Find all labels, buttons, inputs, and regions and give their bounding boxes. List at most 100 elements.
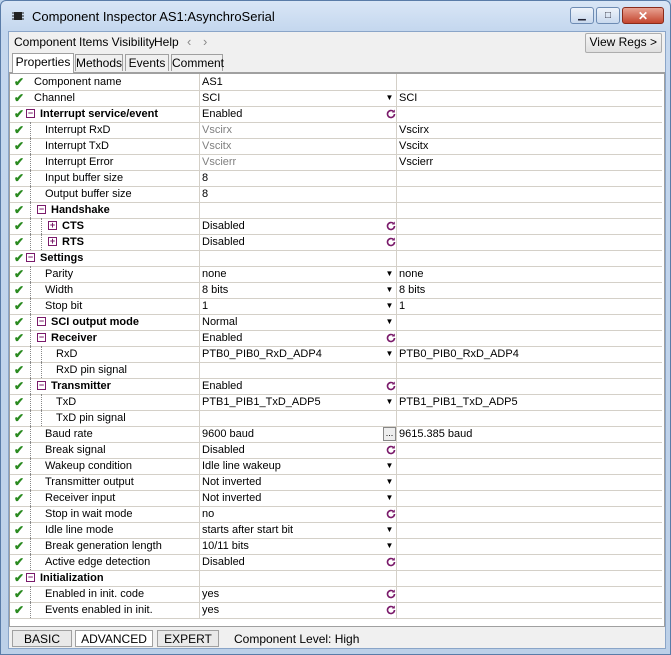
collapse-icon[interactable]: − [37, 317, 46, 326]
property-row[interactable]: ✔ Receiver input Not inverted ▼ [10, 490, 662, 507]
level-expert-tab[interactable]: EXPERT [157, 630, 219, 647]
property-value[interactable]: yes [202, 602, 372, 618]
tab-properties[interactable]: Properties [12, 53, 74, 73]
dropdown-arrow-icon[interactable]: ▼ [383, 283, 396, 297]
menu-items-visibility[interactable]: Items Visibility [79, 35, 155, 49]
minimize-button[interactable]: ▁ [570, 7, 594, 24]
property-row[interactable]: ✔ RxD pin signal [10, 362, 662, 379]
property-row[interactable]: ✔ TxD pin signal [10, 410, 662, 427]
property-value[interactable]: Vscirx [202, 122, 372, 138]
title-bar[interactable]: Component Inspector AS1:AsynchroSerial ▁… [1, 1, 670, 31]
property-value[interactable] [202, 202, 372, 218]
property-row[interactable]: ✔ Stop in wait mode no [10, 506, 662, 523]
property-value[interactable]: Not inverted [202, 474, 372, 490]
property-value[interactable]: none [202, 266, 372, 282]
dropdown-arrow-icon[interactable]: ▼ [383, 459, 396, 473]
collapse-icon[interactable]: − [37, 333, 46, 342]
property-value[interactable]: AS1 [202, 74, 372, 90]
close-button[interactable]: ✕ [622, 7, 664, 24]
property-row[interactable]: ✔ Width 8 bits ▼ 8 bits [10, 282, 662, 299]
property-row[interactable]: ✔ Break generation length 10/11 bits ▼ [10, 538, 662, 555]
expand-icon[interactable]: + [48, 221, 57, 230]
maximize-button[interactable]: □ [596, 7, 620, 24]
property-value[interactable]: Enabled [202, 106, 372, 122]
property-value[interactable]: Vscierr [202, 154, 372, 170]
property-row[interactable]: ✔ + CTS Disabled [10, 218, 662, 235]
property-value[interactable]: starts after start bit [202, 522, 372, 538]
property-value[interactable]: Normal [202, 314, 372, 330]
property-row[interactable]: ✔ Baud rate 9600 baud... 9615.385 baud [10, 426, 662, 443]
property-value[interactable] [202, 362, 372, 378]
property-value[interactable]: 9600 baud [202, 426, 372, 442]
collapse-icon[interactable]: − [37, 381, 46, 390]
property-value[interactable] [202, 250, 372, 266]
property-value[interactable]: 1 [202, 298, 372, 314]
collapse-icon[interactable]: − [37, 205, 46, 214]
property-value[interactable]: yes [202, 586, 372, 602]
property-value[interactable]: 8 [202, 186, 372, 202]
property-value[interactable]: PTB1_PIB1_TxD_ADP5 [202, 394, 372, 410]
property-row[interactable]: ✔ − Settings [10, 250, 662, 267]
collapse-icon[interactable]: − [26, 573, 35, 582]
menu-component[interactable]: Component [14, 35, 76, 49]
dropdown-arrow-icon[interactable]: ▼ [383, 299, 396, 313]
property-row[interactable]: ✔ Input buffer size 8 [10, 170, 662, 187]
property-value[interactable]: Disabled [202, 442, 372, 458]
property-value[interactable]: no [202, 506, 372, 522]
property-row[interactable]: ✔ − Handshake [10, 202, 662, 219]
property-value[interactable] [202, 570, 372, 586]
dropdown-arrow-icon[interactable]: ▼ [383, 267, 396, 281]
dropdown-arrow-icon[interactable]: ▼ [383, 347, 396, 361]
menu-help[interactable]: Help [154, 35, 179, 49]
dropdown-arrow-icon[interactable]: ▼ [383, 491, 396, 505]
property-value[interactable]: Idle line wakeup [202, 458, 372, 474]
property-value[interactable]: Not inverted [202, 490, 372, 506]
property-row[interactable]: ✔ Active edge detection Disabled [10, 554, 662, 571]
property-value[interactable]: PTB0_PIB0_RxD_ADP4 [202, 346, 372, 362]
collapse-icon[interactable]: − [26, 109, 35, 118]
dropdown-arrow-icon[interactable]: ▼ [383, 91, 396, 105]
tab-methods[interactable]: Methods [75, 54, 123, 71]
property-value[interactable]: Disabled [202, 234, 372, 250]
property-row[interactable]: ✔ Events enabled in init. yes [10, 602, 662, 619]
property-row[interactable]: ✔ − Interrupt service/event Enabled [10, 106, 662, 123]
property-row[interactable]: ✔ Break signal Disabled [10, 442, 662, 459]
property-row[interactable]: ✔ Interrupt RxD Vscirx Vscirx [10, 122, 662, 139]
back-arrow-icon[interactable]: ‹ [187, 34, 191, 49]
property-row[interactable]: ✔ + RTS Disabled [10, 234, 662, 251]
property-value[interactable]: Enabled [202, 378, 372, 394]
property-row[interactable]: ✔ Component name AS1 [10, 74, 662, 91]
property-row[interactable]: ✔ RxD PTB0_PIB0_RxD_ADP4 ▼ PTB0_PIB0_RxD_ADP… [10, 346, 662, 363]
level-advanced-tab[interactable]: ADVANCED [75, 630, 153, 647]
property-row[interactable]: ✔ Stop bit 1 ▼ 1 [10, 298, 662, 315]
tab-events[interactable]: Events [125, 54, 169, 71]
property-value[interactable]: SCI [202, 90, 372, 106]
dropdown-arrow-icon[interactable]: ▼ [383, 539, 396, 553]
property-row[interactable]: ✔ Interrupt Error Vscierr Vscierr [10, 154, 662, 171]
property-value[interactable]: Disabled [202, 554, 372, 570]
dropdown-arrow-icon[interactable]: ▼ [383, 523, 396, 537]
property-value[interactable]: Enabled [202, 330, 372, 346]
property-row[interactable]: ✔ Transmitter output Not inverted ▼ [10, 474, 662, 491]
property-row[interactable]: ✔ − Transmitter Enabled [10, 378, 662, 395]
property-row[interactable]: ✔ − Initialization [10, 570, 662, 587]
property-value[interactable] [202, 410, 372, 426]
property-row[interactable]: ✔ Idle line mode starts after start bit ▼ [10, 522, 662, 539]
property-row[interactable]: ✔ Interrupt TxD Vscitx Vscitx [10, 138, 662, 155]
property-row[interactable]: ✔ Parity none ▼ none [10, 266, 662, 283]
property-row[interactable]: ✔ − SCI output mode Normal ▼ [10, 314, 662, 331]
forward-arrow-icon[interactable]: › [203, 34, 207, 49]
property-row[interactable]: ✔ − Receiver Enabled [10, 330, 662, 347]
dropdown-arrow-icon[interactable]: ▼ [383, 315, 396, 329]
collapse-icon[interactable]: − [26, 253, 35, 262]
property-row[interactable]: ✔ TxD PTB1_PIB1_TxD_ADP5 ▼ PTB1_PIB1_TxD_ADP… [10, 394, 662, 411]
property-value[interactable]: 8 [202, 170, 372, 186]
property-value[interactable]: Vscitx [202, 138, 372, 154]
view-regs-button[interactable]: View Regs > [584, 33, 662, 53]
dropdown-arrow-icon[interactable]: ▼ [383, 395, 396, 409]
property-row[interactable]: ✔ Channel SCI ▼ SCI [10, 90, 662, 107]
property-row[interactable]: ✔ Wakeup condition Idle line wakeup ▼ [10, 458, 662, 475]
expand-icon[interactable]: + [48, 237, 57, 246]
property-value[interactable]: 10/11 bits [202, 538, 372, 554]
ellipsis-button[interactable]: ... [383, 427, 396, 441]
